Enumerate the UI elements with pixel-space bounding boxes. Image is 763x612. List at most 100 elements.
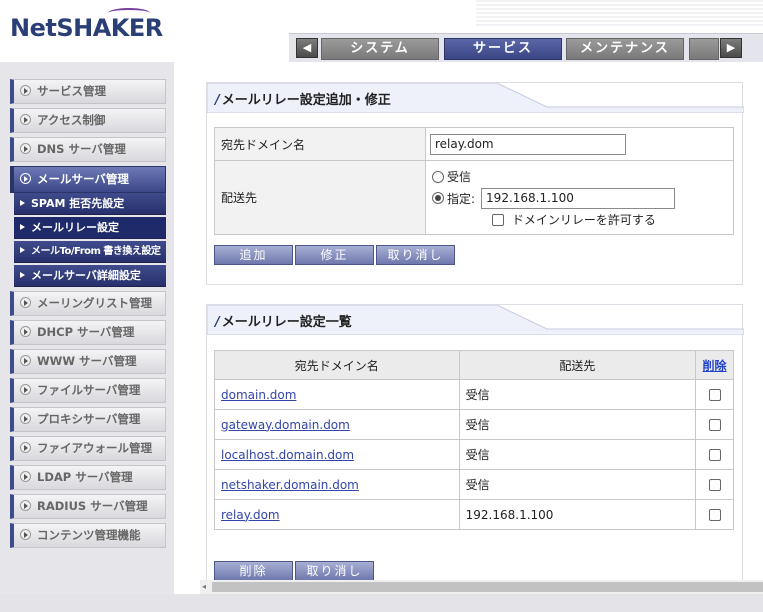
relay-list-panel: / メールリレー設定一覧 宛先ドメイン名 配送先 削除 domain.dom 受信… <box>206 304 744 589</box>
app-window: NetSHAKER ◀ システム サービス メンテナンス ▶ サービス管理 アク… <box>0 0 763 612</box>
row-delete-checkbox[interactable] <box>708 508 721 521</box>
header: NetSHAKER ◀ システム サービス メンテナンス ▶ <box>0 0 763 62</box>
relay-list-table: 宛先ドメイン名 配送先 削除 domain.dom 受信 gateway.dom… <box>214 350 734 530</box>
allow-domain-relay-checkbox[interactable] <box>492 213 504 226</box>
header-decoration <box>476 0 763 28</box>
arrow-bullet-icon <box>20 471 31 482</box>
sidebar-item-proxy[interactable]: プロキシサーバ管理 <box>10 407 166 432</box>
list-cancel-button[interactable]: 取り消し <box>295 561 374 581</box>
sidebar-item-www[interactable]: WWW サーバ管理 <box>10 349 166 374</box>
arrow-bullet-icon <box>20 173 31 184</box>
sidebar-item-mailing-list[interactable]: メーリングリスト管理 <box>10 291 166 316</box>
sidebar-item-access-control[interactable]: アクセス制御 <box>10 108 166 133</box>
arrow-right-icon <box>20 247 25 253</box>
logo-swoosh <box>108 8 150 18</box>
column-header-delete-link[interactable]: 削除 <box>703 359 727 373</box>
sidebar-item-firewall[interactable]: ファイアウォール管理 <box>10 436 166 461</box>
delete-button[interactable]: 削除 <box>214 561 293 581</box>
add-button[interactable]: 追加 <box>214 245 293 265</box>
sidebar-item-dhcp[interactable]: DHCP サーバ管理 <box>10 320 166 345</box>
tab-maintenance[interactable]: メンテナンス <box>566 38 684 60</box>
relay-form-panel: /メールリレー設定追加・修正 宛先ドメイン名 relay.dom 配送先 受信 <box>206 82 744 285</box>
column-header-domain: 宛先ドメイン名 <box>214 350 460 380</box>
radio-receive-label: 受信 <box>447 169 472 184</box>
sidebar-subitem-mail-rewrite[interactable]: メールTo/From 書き換え設定 <box>14 241 166 263</box>
row-destination: 受信 <box>458 379 697 410</box>
row-destination: 受信 <box>458 469 697 500</box>
row-domain-link[interactable]: domain.dom <box>221 388 296 402</box>
modify-button[interactable]: 修正 <box>295 245 374 265</box>
row-domain-link[interactable]: gateway.domain.dom <box>221 418 350 432</box>
row-domain-link[interactable]: netshaker.domain.dom <box>221 478 359 492</box>
arrow-bullet-icon <box>20 85 31 96</box>
main-tab-bar: ◀ システム サービス メンテナンス ▶ <box>289 33 763 62</box>
relay-form-table: 宛先ドメイン名 relay.dom 配送先 受信 指定: 192.168.1.1… <box>214 127 734 235</box>
form-panel-title: メールリレー設定追加・修正 <box>221 93 391 108</box>
row-domain-link[interactable]: localhost.domain.dom <box>221 448 354 462</box>
cancel-button[interactable]: 取り消し <box>376 245 455 265</box>
allow-domain-relay-label: ドメインリレーを許可する <box>511 212 656 227</box>
radio-specify-label: 指定: <box>447 191 476 206</box>
main-content: /メールリレー設定追加・修正 宛先ドメイン名 relay.dom 配送先 受信 <box>174 62 763 612</box>
scroll-left-arrow-icon[interactable]: ◂ <box>202 582 210 592</box>
tab-system[interactable]: システム <box>321 38 439 60</box>
column-header-destination: 配送先 <box>458 350 697 380</box>
radio-specify[interactable] <box>432 192 444 204</box>
arrow-bullet-icon <box>20 529 31 540</box>
list-panel-title: メールリレー設定一覧 <box>221 315 352 330</box>
arrow-bullet-icon <box>20 500 31 511</box>
domain-label: 宛先ドメイン名 <box>214 127 426 161</box>
row-delete-checkbox[interactable] <box>708 418 721 431</box>
sidebar-item-service-management[interactable]: サービス管理 <box>10 79 166 104</box>
table-row: localhost.domain.dom 受信 <box>214 439 734 470</box>
arrow-bullet-icon <box>20 114 31 125</box>
title-slash-icon: / <box>215 315 220 330</box>
row-delete-checkbox[interactable] <box>708 478 721 491</box>
arrow-bullet-icon <box>20 384 31 395</box>
sidebar-item-file-server[interactable]: ファイルサーバ管理 <box>10 378 166 403</box>
row-delete-checkbox[interactable] <box>708 388 721 401</box>
panel-header: / メールリレー設定追加・修正 <box>207 83 744 113</box>
row-delete-checkbox[interactable] <box>708 448 721 461</box>
horizontal-scrollbar[interactable]: ◂ <box>200 580 763 594</box>
table-row: gateway.domain.dom 受信 <box>214 409 734 440</box>
tab-overflow <box>689 38 719 60</box>
arrow-bullet-icon <box>20 297 31 308</box>
destination-label: 配送先 <box>214 160 426 235</box>
tab-next-arrow-icon[interactable]: ▶ <box>720 38 742 58</box>
sidebar-item-radius[interactable]: RADIUS サーバ管理 <box>10 494 166 519</box>
specify-address-input[interactable]: 192.168.1.100 <box>481 187 676 209</box>
title-slash-icon: / <box>215 93 220 108</box>
radio-receive[interactable] <box>432 170 444 183</box>
arrow-bullet-icon <box>20 355 31 366</box>
sidebar-subitem-mail-detail[interactable]: メールサーバ詳細設定 <box>14 265 166 287</box>
row-destination: 受信 <box>458 409 697 440</box>
scrollbar-thumb[interactable] <box>212 582 763 592</box>
sidebar-item-ldap[interactable]: LDAP サーバ管理 <box>10 465 166 490</box>
logo: NetSHAKER <box>10 14 163 42</box>
arrow-right-icon <box>20 200 25 206</box>
arrow-bullet-icon <box>20 143 31 154</box>
table-row: domain.dom 受信 <box>214 379 734 410</box>
row-destination: 192.168.1.100 <box>458 499 697 530</box>
panel-header: / メールリレー設定一覧 <box>207 305 744 335</box>
table-row: relay.dom 192.168.1.100 <box>214 499 734 530</box>
row-destination: 受信 <box>458 439 697 470</box>
arrow-bullet-icon <box>20 442 31 453</box>
arrow-right-icon <box>20 272 25 278</box>
sidebar-item-mail-server[interactable]: メールサーバ管理 <box>10 166 166 193</box>
row-domain-link[interactable]: relay.dom <box>221 508 280 522</box>
domain-input[interactable]: relay.dom <box>430 133 626 155</box>
table-row: netshaker.domain.dom 受信 <box>214 469 734 500</box>
tab-prev-arrow-icon[interactable]: ◀ <box>296 38 318 58</box>
arrow-bullet-icon <box>20 413 31 424</box>
sidebar: サービス管理 アクセス制御 DNS サーバ管理 メールサーバ管理 SPAM 拒否… <box>0 62 174 612</box>
sidebar-item-dns[interactable]: DNS サーバ管理 <box>10 137 166 162</box>
bottom-strip <box>0 594 763 612</box>
arrow-right-icon <box>20 224 25 230</box>
tab-service[interactable]: サービス <box>444 38 562 60</box>
arrow-bullet-icon <box>20 326 31 337</box>
sidebar-subitem-mail-relay[interactable]: メールリレー設定 <box>14 217 166 239</box>
sidebar-subitem-spam[interactable]: SPAM 拒否先設定 <box>14 193 166 215</box>
sidebar-item-contents[interactable]: コンテンツ管理機能 <box>10 523 166 548</box>
